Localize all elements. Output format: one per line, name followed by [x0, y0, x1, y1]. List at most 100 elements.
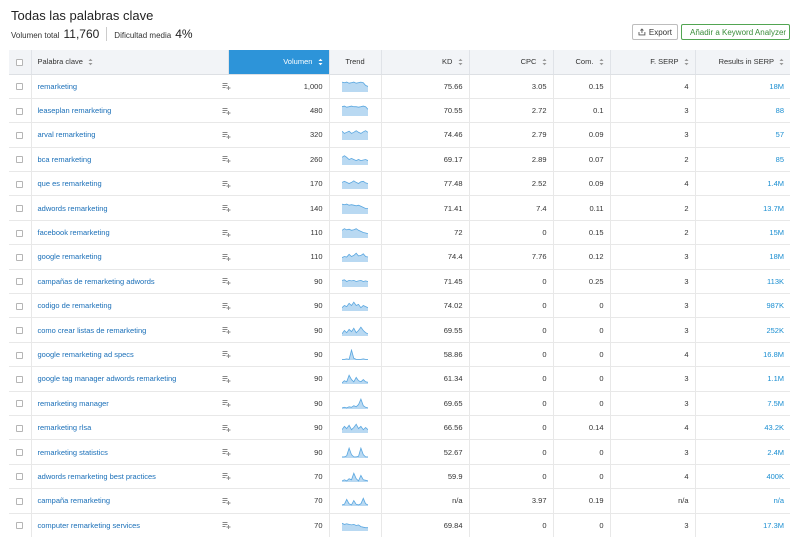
export-button[interactable]: Export [632, 24, 678, 40]
results-in-serp-value[interactable]: 7.5M [695, 391, 790, 416]
add-to-list-icon[interactable] [222, 424, 231, 432]
results-in-serp-value[interactable]: n/a [695, 488, 790, 514]
column-header-volume[interactable]: Volumen [228, 50, 330, 75]
results-in-serp-value[interactable]: 17.3M [695, 513, 790, 537]
results-in-serp-value[interactable]: 987K [695, 293, 790, 319]
keyword-link[interactable]: adwords remarketing best practices [38, 472, 156, 481]
column-header-results[interactable]: Results in SERP [695, 50, 790, 75]
results-in-serp-value[interactable]: 113K [695, 269, 790, 295]
serp-features-value: 3 [610, 513, 696, 537]
keyword-link[interactable]: remarketing rlsa [38, 423, 92, 432]
results-in-serp-value[interactable]: 252K [695, 317, 790, 343]
row-checkbox[interactable] [9, 513, 32, 537]
row-checkbox[interactable] [9, 293, 32, 319]
keyword-link[interactable]: campañas de remarketing adwords [38, 277, 155, 286]
add-to-list-icon[interactable] [222, 204, 231, 213]
row-checkbox[interactable] [9, 220, 32, 246]
row-checkbox[interactable] [9, 98, 32, 124]
add-to-list-icon[interactable] [222, 326, 231, 335]
results-in-serp-value[interactable]: 43.2K [695, 415, 790, 441]
results-in-serp-value[interactable]: 400K [695, 464, 790, 490]
kd-value: 69.17 [381, 147, 470, 173]
select-all-checkbox[interactable] [9, 50, 32, 75]
row-checkbox[interactable] [9, 366, 32, 392]
keyword-link[interactable]: google tag manager adwords remarketing [38, 374, 177, 383]
trend-sparkline [341, 472, 369, 482]
row-checkbox[interactable] [9, 269, 32, 295]
add-to-list-icon[interactable] [222, 253, 231, 261]
kd-value: 70.55 [381, 98, 470, 124]
table-row: campaña remarketing 70 n/a 3.97 0.19 n/a n/a [9, 488, 790, 514]
row-checkbox[interactable] [9, 488, 32, 514]
serp-features-value: 3 [610, 98, 696, 124]
keyword-link[interactable]: facebook remarketing [38, 228, 110, 237]
serp-features-value: 2 [610, 195, 696, 221]
add-to-list-icon[interactable] [222, 472, 231, 481]
row-checkbox[interactable] [9, 464, 32, 490]
row-checkbox[interactable] [9, 195, 32, 221]
add-to-list-icon[interactable] [222, 448, 231, 457]
keyword-link[interactable]: como crear listas de remarketing [38, 326, 147, 335]
results-in-serp-value[interactable]: 18M [695, 244, 790, 270]
trend-cell [329, 293, 382, 319]
row-checkbox[interactable] [9, 171, 32, 197]
volume-value: 260 [309, 154, 323, 164]
add-to-list-icon[interactable] [222, 521, 231, 530]
keyword-link[interactable]: computer remarketing services [38, 521, 141, 530]
column-header-com[interactable]: Com. [553, 50, 611, 75]
table-header-row: Palabra clave Volumen Trend KD CPC Com. [9, 50, 790, 75]
column-header-keyword[interactable]: Palabra clave [31, 50, 229, 75]
table-row: adwords remarketing 140 71.41 7.4 0.11 2 13.7M [9, 195, 790, 221]
add-to-list-icon[interactable] [222, 277, 231, 286]
row-checkbox[interactable] [9, 244, 32, 270]
volume-value: 140 [309, 203, 323, 213]
row-checkbox[interactable] [9, 147, 32, 173]
results-in-serp-value[interactable]: 57 [695, 122, 790, 148]
add-to-list-icon[interactable] [222, 497, 231, 505]
keyword-link[interactable]: que es remarketing [38, 179, 102, 188]
results-in-serp-value[interactable]: 15M [695, 220, 790, 246]
keyword-link[interactable]: google remarketing [38, 252, 102, 261]
results-in-serp-value[interactable]: 2.4M [695, 439, 790, 465]
results-in-serp-value[interactable]: 88 [695, 98, 790, 124]
add-to-list-icon[interactable] [222, 399, 231, 408]
row-checkbox[interactable] [9, 74, 32, 99]
results-in-serp-value[interactable]: 18M [695, 74, 790, 99]
add-to-list-icon[interactable] [222, 155, 231, 164]
keyword-link[interactable]: remarketing [38, 82, 78, 91]
column-header-serp-features[interactable]: F. SERP [610, 50, 696, 75]
add-to-keyword-analyzer-button[interactable]: Añadir a Keyword Analyzer [681, 24, 790, 40]
keyword-link[interactable]: google remarketing ad specs [38, 350, 134, 359]
results-in-serp-value[interactable]: 85 [695, 147, 790, 173]
row-checkbox[interactable] [9, 122, 32, 148]
results-in-serp-value[interactable]: 13.7M [695, 195, 790, 221]
keyword-link[interactable]: campaña remarketing [38, 496, 111, 505]
add-to-list-icon[interactable] [222, 107, 231, 115]
add-to-list-icon[interactable] [222, 302, 231, 310]
row-checkbox[interactable] [9, 415, 32, 441]
column-header-kd[interactable]: KD [381, 50, 470, 75]
column-header-cpc[interactable]: CPC [469, 50, 554, 75]
volume-value: 90 [314, 374, 323, 384]
keyword-link[interactable]: bca remarketing [38, 155, 92, 164]
add-to-list-icon[interactable] [222, 350, 231, 359]
keyword-link[interactable]: adwords remarketing [38, 204, 108, 213]
results-in-serp-value[interactable]: 1.4M [695, 171, 790, 197]
results-in-serp-value[interactable]: 16.8M [695, 342, 790, 368]
row-checkbox[interactable] [9, 391, 32, 416]
keyword-link[interactable]: codigo de remarketing [38, 301, 112, 310]
row-checkbox[interactable] [9, 342, 32, 368]
add-to-list-icon[interactable] [222, 82, 231, 91]
row-checkbox[interactable] [9, 439, 32, 465]
add-to-list-icon[interactable] [222, 131, 231, 139]
results-in-serp-value[interactable]: 1.1M [695, 366, 790, 392]
keyword-link[interactable]: arval remarketing [38, 130, 96, 139]
add-to-list-icon[interactable] [222, 375, 231, 383]
competition-value: 0 [553, 342, 611, 368]
row-checkbox[interactable] [9, 317, 32, 343]
keyword-link[interactable]: remarketing statistics [38, 448, 108, 457]
keyword-link[interactable]: leaseplan remarketing [38, 106, 112, 115]
keyword-link[interactable]: remarketing manager [38, 399, 109, 408]
add-to-list-icon[interactable] [222, 180, 231, 188]
add-to-list-icon[interactable] [222, 229, 231, 237]
